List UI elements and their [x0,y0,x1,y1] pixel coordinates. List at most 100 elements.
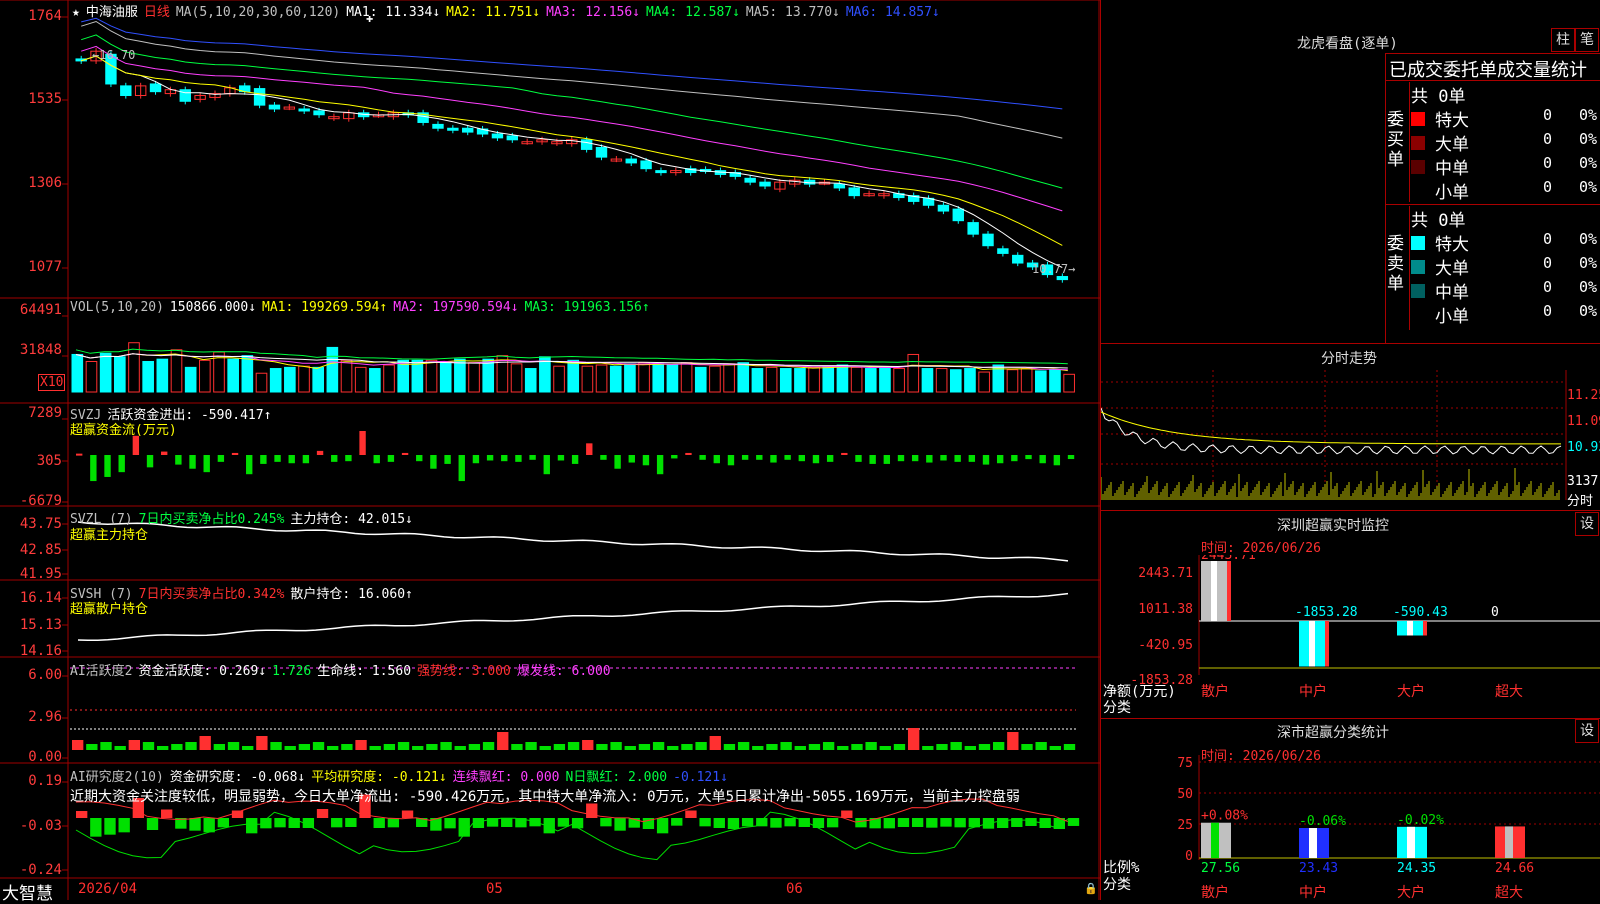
sell-total: 共 0单 [1411,211,1466,231]
money-flow-bar [968,455,976,462]
volume-bar [241,355,254,393]
money-flow-bar [826,455,834,462]
volume-bar [439,362,452,393]
money-flow-bar [373,455,380,464]
ai1-v2: 1.726 [272,664,312,679]
volume-bar [609,365,622,393]
class-chart: +0.08% 27.56 -0.06% 23.43 -0.02% 24.35 24.66 散户… [1198,755,1600,900]
research-bar [685,810,697,818]
candle [491,133,504,139]
svzl-y-tick: 42.85 [19,542,62,558]
high-label: ←16.70 [92,48,136,62]
lock-icon[interactable]: 🔒 [1084,882,1098,895]
money-flow-bar [841,452,848,455]
activity-bar [851,744,863,750]
ai1-v3: 生命线: 1.560 [317,664,412,679]
volume-bar [425,359,438,393]
lhb-title: 龙虎看盘(逐单) [1297,36,1398,52]
volume-bar [567,359,580,393]
chart-area[interactable]: ✚ ★ 中海油服 日线 MA(5,10,20,30,60,120) MA1: 11.33… [0,0,1100,904]
research-bar [90,818,102,837]
ai1-v1: 资金活跃度: 0.269↓ [138,664,267,679]
candle [640,160,652,170]
category-label: 中户 [1299,683,1327,700]
vol-header: VOL(5,10,20) 150866.000↓ MA1: 199269.594↑ M… [70,300,656,315]
candle [268,104,281,110]
ma3-value: MA3: 12.156↓ [546,5,640,20]
sell-side-label: 委卖单 [1387,234,1404,294]
period-label[interactable]: 日线 [144,5,170,20]
activity-bar [128,740,141,750]
ratio-value-label: 27.56 [1201,861,1240,876]
buy-vol: 0 [1543,106,1553,124]
money-flow-bar [231,452,239,455]
money-flow-bar [444,455,451,464]
research-bar [1067,818,1080,826]
research-bar [373,818,385,828]
bar-edge [1227,561,1231,621]
favorite-star-icon[interactable]: ★ [72,5,80,20]
vol-ma3: MA3: 191963.156↑ [524,300,650,315]
volume-bar [723,363,735,393]
volume-bar [326,346,339,393]
intraday-vol-tick: 3137 [1567,474,1599,489]
research-bar [671,818,683,826]
candle [298,108,310,112]
volume-bar [468,362,480,393]
activity-bar [596,744,608,750]
activity-bar [185,742,197,750]
x-label: 06 [786,881,803,897]
activity-bar [327,746,339,750]
sell-row-l: 大单 [1411,254,1469,279]
research-bar [741,818,754,827]
volume-bar [1020,368,1033,393]
activity-bar [355,740,367,750]
buy-row-s: 小单 [1435,178,1469,203]
volume-bar [1063,373,1075,393]
m-buy-swatch [1411,160,1425,174]
main-y-tick: 1077 [28,259,62,275]
xl-sell-swatch [1411,236,1425,250]
ai1-y-tick: 0.00 [28,749,62,765]
svzj-y-tick: -6679 [19,493,62,509]
candle [580,139,593,150]
svzl-title: 超赢主力持仓 [70,528,149,543]
tick-mode-button[interactable]: 笔 [1575,28,1599,52]
svzj-title: 超赢资金流(万元) [70,423,177,438]
research-bar [841,810,853,818]
class-settings-button[interactable]: 设 [1575,719,1599,743]
vol-unit-button[interactable]: X10 [38,374,66,391]
research-bar [501,818,513,827]
ai2-v2: 平均研究度: -0.121↓ [311,770,447,785]
candle [982,233,994,247]
research-bar [826,818,839,828]
money-flow-bar [161,451,168,455]
research-bar [104,818,116,835]
row-name: 中单 [1435,159,1469,179]
money-flow-bar [104,455,111,477]
intraday-chart[interactable] [1101,370,1600,510]
volume-bar [964,368,976,393]
activity-bar [624,746,636,750]
volume-bar [227,358,239,393]
ma6-value: MA6: 14.857↓ [845,5,940,20]
svzj-y-tick: 7289 [28,405,62,421]
column-mode-button[interactable]: 柱 [1551,28,1575,52]
row-name: 小单 [1435,183,1469,203]
activity-bar [114,746,126,750]
research-bar [784,818,796,827]
money-flow-bar [996,455,1004,464]
activity-bar [86,744,98,750]
activity-bar [681,744,693,750]
activity-bar [256,736,268,750]
activity-bar [737,742,750,750]
activity-bar [213,744,226,750]
volume-bar [595,364,608,393]
monitor-settings-button[interactable]: 设 [1575,512,1599,536]
activity-bar [667,746,679,750]
intraday-y-tick: 11.25 [1567,388,1600,403]
research-bar [883,818,895,829]
money-flow-bar [685,452,692,455]
money-flow-bar [699,455,706,460]
net-amount-label: -1853.28 [1295,605,1358,620]
